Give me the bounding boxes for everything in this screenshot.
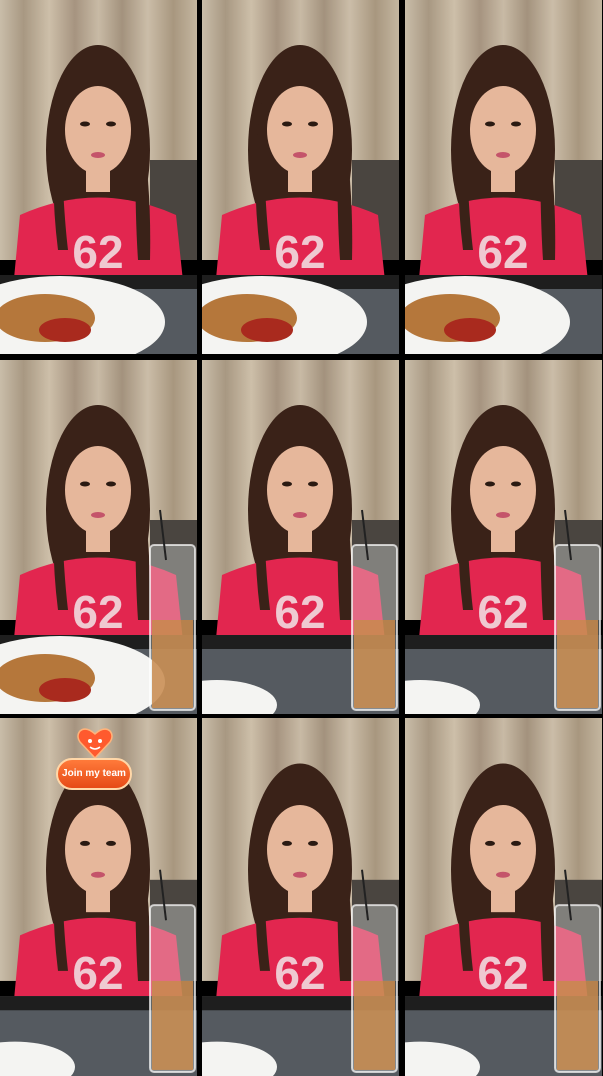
iced-tea	[557, 620, 598, 708]
eye-right	[106, 121, 116, 127]
mouth	[91, 152, 105, 158]
shirt-number: 62	[72, 947, 123, 999]
mouth	[293, 871, 307, 878]
iced-tea	[152, 980, 193, 1070]
eye-left	[282, 481, 292, 487]
face	[267, 446, 333, 534]
video-frame-6: 62	[405, 360, 602, 714]
face	[267, 804, 333, 894]
heart-mascot-icon	[76, 726, 114, 760]
iced-tea	[557, 980, 598, 1070]
video-frame-grid: 62 62 62 62 62 62 62 Join my team 62 62	[0, 0, 603, 1076]
eye-left	[282, 840, 292, 846]
sauce	[444, 318, 496, 342]
eye-left	[282, 121, 292, 127]
shirt-number: 62	[274, 226, 325, 278]
shirt-number: 62	[72, 226, 123, 278]
mouth	[496, 512, 510, 518]
shirt-number: 62	[477, 226, 528, 278]
eye-right	[308, 481, 318, 487]
shirt-number: 62	[477, 586, 528, 638]
eye-left	[485, 481, 495, 487]
video-frame-2: 62	[202, 0, 399, 354]
video-frame-8: 62	[202, 718, 399, 1076]
video-frame-1: 62	[0, 0, 197, 354]
face	[267, 86, 333, 174]
eye-right	[511, 481, 521, 487]
sauce	[241, 318, 293, 342]
video-frame-9: 62	[405, 718, 602, 1076]
eye-left	[485, 840, 495, 846]
sauce	[39, 678, 91, 702]
eye-left	[485, 121, 495, 127]
eye-left	[80, 121, 90, 127]
shirt-number: 62	[72, 586, 123, 638]
mouth	[91, 512, 105, 518]
eye-right	[511, 121, 521, 127]
shirt-number: 62	[274, 586, 325, 638]
video-frame-7: 62 Join my team	[0, 718, 197, 1076]
iced-tea	[152, 620, 193, 708]
eye-left	[80, 481, 90, 487]
iced-tea	[354, 620, 395, 708]
mouth	[293, 512, 307, 518]
mouth	[496, 152, 510, 158]
face	[65, 804, 131, 894]
sauce	[39, 318, 91, 342]
join-team-button[interactable]: Join my team	[56, 758, 132, 790]
eye-right	[511, 840, 521, 846]
eye-right	[106, 840, 116, 846]
face	[470, 86, 536, 174]
mouth	[496, 871, 510, 878]
face	[65, 446, 131, 534]
mouth	[293, 152, 307, 158]
video-frame-5: 62	[202, 360, 399, 714]
shirt-number: 62	[477, 947, 528, 999]
eye-right	[308, 121, 318, 127]
video-frame-3: 62	[405, 0, 602, 354]
shirt-number: 62	[274, 947, 325, 999]
face	[65, 86, 131, 174]
mouth	[91, 871, 105, 878]
iced-tea	[354, 980, 395, 1070]
eye-right	[106, 481, 116, 487]
face	[470, 446, 536, 534]
video-frame-4: 62	[0, 360, 197, 714]
eye-right	[308, 840, 318, 846]
face	[470, 804, 536, 894]
eye-left	[80, 840, 90, 846]
